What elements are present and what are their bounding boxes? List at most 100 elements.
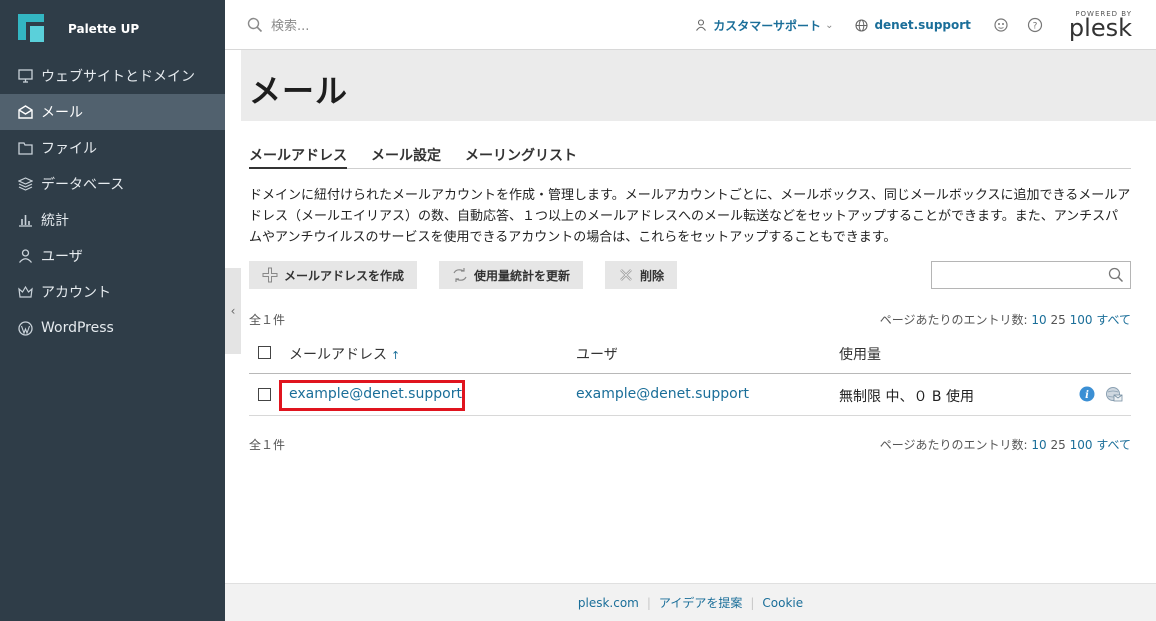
table-row: example@denet.support example@denet.supp…: [249, 374, 1131, 416]
global-search[interactable]: 検索...: [247, 15, 309, 34]
wordpress-icon: [17, 320, 33, 336]
sidebar-item-websites[interactable]: ウェブサイトとドメイン: [0, 58, 225, 94]
footer-link-plesk[interactable]: plesk.com: [570, 596, 647, 610]
delete-icon: [620, 269, 632, 281]
sidebar-item-mail[interactable]: メール: [0, 94, 225, 130]
mail-table: メールアドレス ↑ ユーザ 使用量 example@denet.support e…: [249, 332, 1131, 416]
tab-bar: メールアドレス メール設定 メーリングリスト: [249, 143, 1131, 169]
delete-label: 削除: [640, 268, 665, 283]
sidebar-item-label: ファイル: [41, 141, 97, 157]
per-page-100[interactable]: 100: [1070, 438, 1093, 452]
sort-ascending-icon: ↑: [391, 349, 401, 362]
select-all-checkbox[interactable]: [258, 346, 271, 359]
crown-icon: [17, 284, 33, 300]
column-header-user[interactable]: ユーザ: [576, 344, 618, 364]
sidebar-item-databases[interactable]: データベース: [0, 166, 225, 202]
sidebar-item-label: ウェブサイトとドメイン: [41, 69, 195, 85]
sidebar-item-label: WordPress: [41, 320, 114, 336]
page-title-area: メール: [241, 50, 1156, 121]
tab-mailing-lists[interactable]: メーリングリスト: [465, 143, 577, 169]
sidebar-item-statistics[interactable]: 統計: [0, 202, 225, 238]
sidebar-item-files[interactable]: ファイル: [0, 130, 225, 166]
info-icon[interactable]: i: [1079, 386, 1095, 402]
email-link[interactable]: example@denet.support: [289, 386, 462, 402]
plus-icon: [262, 267, 278, 283]
list-count-top: 全１件 ページあたりのエントリ数: 10 25 100 すべて: [249, 311, 1131, 327]
per-page-25[interactable]: 25: [1050, 438, 1065, 452]
sidebar: Palette UP ウェブサイトとドメイン メール ファイル データベース 統…: [0, 0, 225, 621]
refresh-icon: [453, 268, 467, 282]
user-icon: [17, 248, 33, 264]
user-icon: [696, 19, 707, 31]
brand-name: Palette UP: [68, 22, 140, 36]
list-search[interactable]: [931, 261, 1131, 289]
per-page-label: ページあたりのエントリ数:: [879, 438, 1028, 452]
row-actions: i: [1069, 386, 1123, 402]
sidebar-item-users[interactable]: ユーザ: [0, 238, 225, 274]
per-page-10[interactable]: 10: [1031, 313, 1046, 327]
sidebar-item-wordpress[interactable]: WordPress: [0, 310, 225, 346]
svg-text:i: i: [1085, 390, 1089, 401]
list-count-bottom: 全１件 ページあたりのエントリ数: 10 25 100 すべて: [249, 436, 1131, 452]
user-link[interactable]: example@denet.support: [576, 386, 749, 402]
bar-chart-icon: [17, 212, 33, 228]
help-icon[interactable]: ?: [1027, 17, 1043, 33]
tab-mail-settings[interactable]: メール設定: [371, 143, 441, 169]
total-count: 全１件: [249, 313, 286, 327]
plesk-wordmark: plesk: [1068, 13, 1132, 42]
footer-link-cookie[interactable]: Cookie: [754, 596, 811, 610]
sidebar-item-label: ユーザ: [41, 249, 83, 265]
list-toolbar: メールアドレスを作成 使用量統計を更新 削除: [249, 261, 1131, 289]
footer: plesk.com | アイデアを提案 | Cookie: [225, 583, 1156, 621]
per-page-selector: ページあたりのエントリ数: 10 25 100 すべて: [880, 436, 1131, 453]
support-menu[interactable]: カスタマーサポート ⌄: [695, 17, 833, 34]
delete-button[interactable]: 削除: [605, 261, 678, 289]
sidebar-item-label: メール: [41, 105, 83, 121]
per-page-100[interactable]: 100: [1070, 313, 1093, 327]
create-mail-label: メールアドレスを作成: [284, 268, 405, 283]
per-page-25[interactable]: 25: [1050, 313, 1065, 327]
sidebar-item-label: データベース: [41, 177, 125, 193]
mail-icon: [17, 104, 33, 120]
domain-switcher[interactable]: denet.support: [855, 18, 971, 32]
column-header-email[interactable]: メールアドレス ↑: [289, 344, 400, 364]
extensions-icon[interactable]: [993, 17, 1009, 33]
per-page-all[interactable]: すべて: [1096, 313, 1131, 327]
tab-mail-addresses[interactable]: メールアドレス: [249, 143, 347, 169]
per-page-10[interactable]: 10: [1031, 438, 1046, 452]
header-actions: カスタマーサポート ⌄ denet.support ? POWERED BY p…: [695, 0, 1156, 50]
chevron-down-icon: ⌄: [825, 19, 834, 31]
global-search-placeholder: 検索...: [271, 19, 310, 34]
page-title: メール: [249, 72, 349, 110]
search-icon: [247, 17, 263, 32]
sidebar-collapse-handle[interactable]: ‹: [225, 268, 241, 354]
refresh-stats-button[interactable]: 使用量統計を更新: [439, 261, 584, 289]
webmail-icon[interactable]: [1105, 386, 1123, 402]
globe-icon: [855, 18, 869, 32]
sidebar-item-account[interactable]: アカウント: [0, 274, 225, 310]
create-mail-button[interactable]: メールアドレスを作成: [249, 261, 418, 289]
search-icon[interactable]: [1108, 267, 1124, 283]
sidebar-item-label: アカウント: [41, 285, 111, 301]
folder-icon: [17, 140, 33, 156]
domain-label: denet.support: [874, 18, 971, 32]
table-header: メールアドレス ↑ ユーザ 使用量: [249, 332, 1131, 374]
column-header-usage[interactable]: 使用量: [839, 344, 881, 364]
list-search-input[interactable]: [932, 262, 1102, 288]
plesk-logo[interactable]: POWERED BY plesk: [1068, 10, 1132, 42]
database-icon: [17, 176, 33, 192]
top-header: 検索... カスタマーサポート ⌄ denet.support ? POWERE…: [225, 0, 1156, 50]
sidebar-item-label: 統計: [41, 213, 69, 229]
support-label: カスタマーサポート: [713, 18, 822, 33]
page-description: ドメインに紐付けられたメールアカウントを作成・管理します。メールアカウントごとに…: [249, 188, 1131, 245]
per-page-all[interactable]: すべて: [1096, 438, 1131, 452]
column-header-email-label: メールアドレス: [289, 347, 387, 363]
refresh-stats-label: 使用量統計を更新: [474, 268, 571, 283]
total-count: 全１件: [249, 438, 286, 452]
row-checkbox[interactable]: [258, 388, 271, 401]
brand-logo-icon: [18, 14, 46, 44]
chevron-left-icon: ‹: [230, 304, 236, 318]
sidebar-nav: ウェブサイトとドメイン メール ファイル データベース 統計 ユーザ アカウント…: [0, 58, 225, 346]
brand[interactable]: Palette UP: [0, 0, 225, 58]
footer-link-ideas[interactable]: アイデアを提案: [651, 594, 750, 611]
